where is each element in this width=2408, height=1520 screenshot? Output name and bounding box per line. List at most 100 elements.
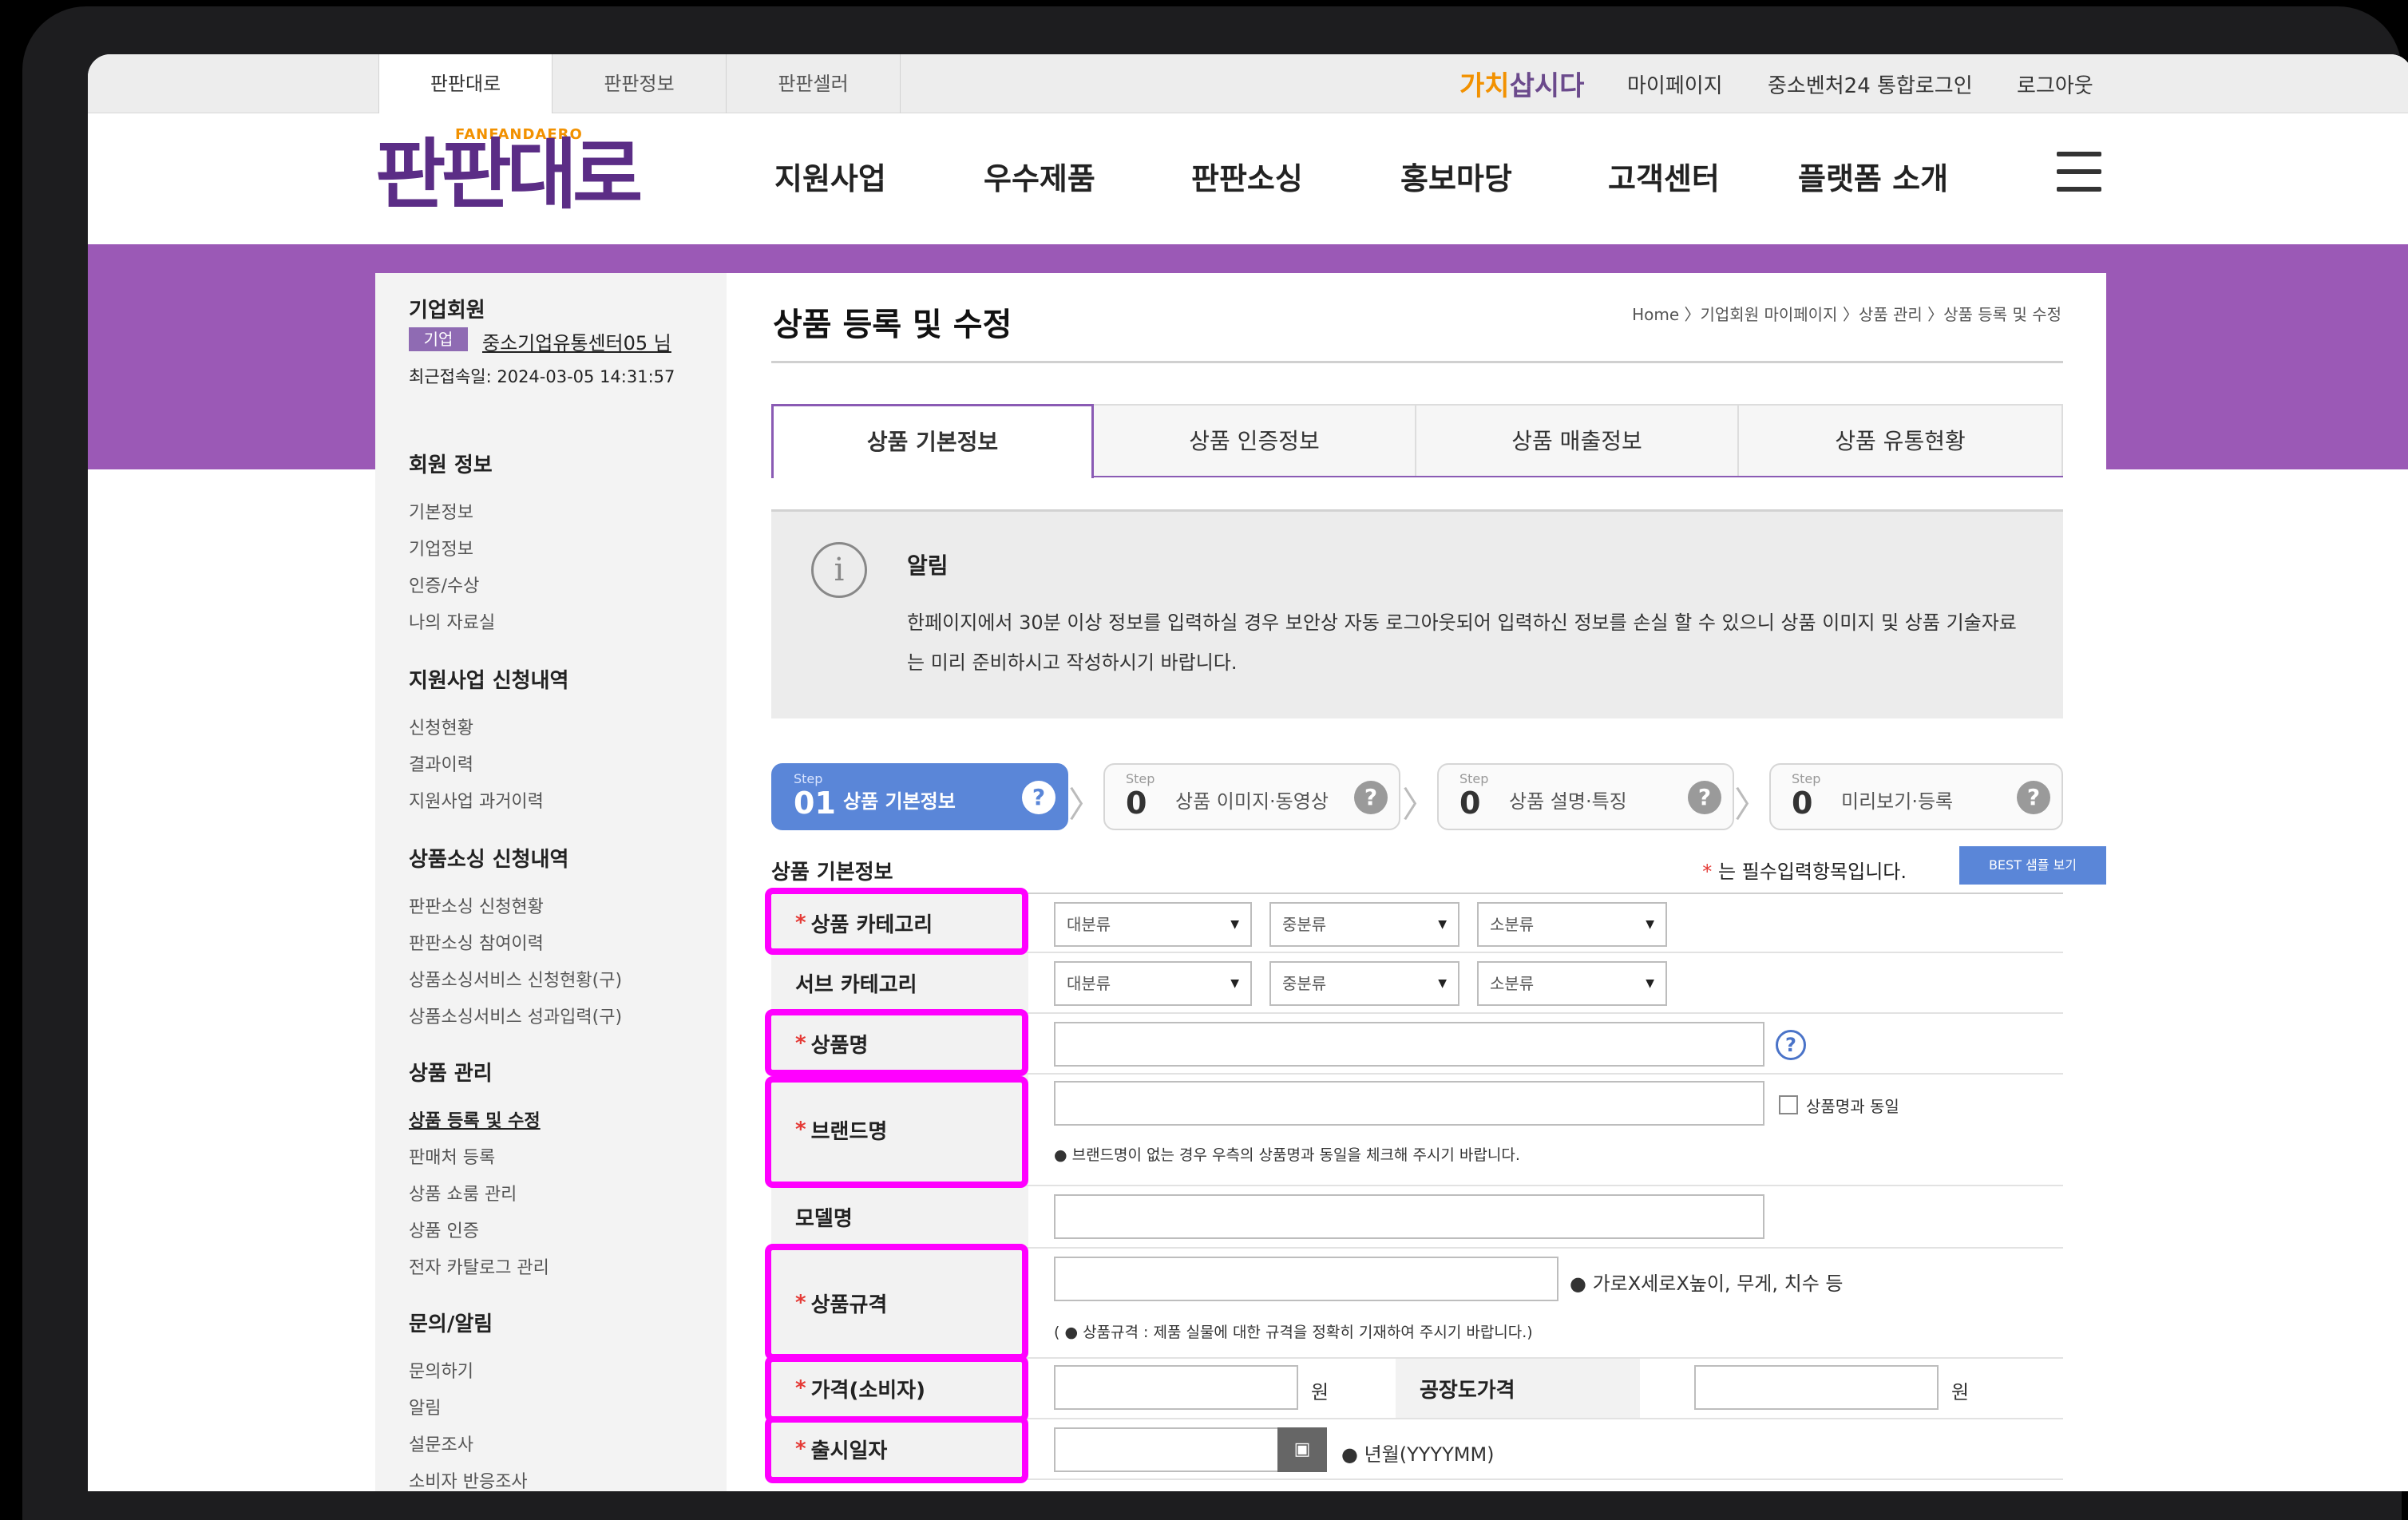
step-4[interactable]: Step 0 미리보기·등록 ?: [1769, 763, 2063, 830]
top-tab-fanfan-seller[interactable]: 판판셀러: [727, 54, 901, 113]
last-login: 최근접속일: 2024-03-05 14:31:57: [409, 367, 675, 386]
member-badge: 기업: [409, 327, 468, 351]
tab-cert-info[interactable]: 상품 인증정보: [1094, 404, 1416, 476]
device-frame: 판판대로 판판정보 판판셀러 가치삽시다 마이페이지 중소벤처24 통합로그인 …: [22, 6, 2408, 1520]
help-icon[interactable]: ?: [1776, 1030, 1806, 1060]
calendar-icon[interactable]: ▣: [1277, 1427, 1327, 1472]
sidebar-item-sourcing-status[interactable]: 판판소싱 신청현황: [409, 893, 544, 918]
step-1[interactable]: Step 01 상품 기본정보 ?: [771, 763, 1068, 830]
sidebar-item-notification[interactable]: 알림: [409, 1394, 441, 1419]
sidebar-item-showroom[interactable]: 상품 쇼룸 관리: [409, 1180, 517, 1205]
spec-hint-below: ( ● 상품규격 : 제품 실물에 대한 규격을 정확히 기재하여 주시기 바랍…: [1054, 1324, 1533, 1341]
highlight-box-brand: [765, 1076, 1028, 1188]
model-input[interactable]: [1054, 1194, 1764, 1239]
tab-basic-info[interactable]: 상품 기본정보: [771, 404, 1094, 478]
top-tab-fanfan-info[interactable]: 판판정보: [552, 54, 727, 113]
category-mid-select[interactable]: 중분류: [1269, 902, 1459, 947]
integrated-login-link[interactable]: 중소벤처24 통합로그인: [1768, 54, 1973, 113]
sidebar-item-catalog[interactable]: 전자 카탈로그 관리: [409, 1253, 549, 1279]
nav-sourcing[interactable]: 판판소싱: [1191, 113, 1303, 244]
step-2[interactable]: Step 0 상품 이미지·동영상 ?: [1103, 763, 1400, 830]
tab-distribution[interactable]: 상품 유통현황: [1739, 404, 2063, 476]
category-small-select[interactable]: 소분류: [1477, 902, 1667, 947]
question-icon[interactable]: ?: [1688, 781, 1721, 814]
breadcrumb: Home 〉기업회원 마이페이지 〉상품 관리 〉상품 등록 및 수정: [1632, 305, 2061, 324]
nav-platform-intro[interactable]: 플랫폼 소개: [1798, 113, 1948, 244]
sidebar-item-product-cert[interactable]: 상품 인증: [409, 1217, 479, 1242]
product-name-input[interactable]: [1054, 1022, 1764, 1067]
sidebar-item-certification[interactable]: 인증/수상: [409, 572, 479, 597]
release-date-input[interactable]: [1054, 1427, 1279, 1472]
highlight-box-category: [765, 888, 1028, 955]
sidebar-item-old-sourcing-status[interactable]: 상품소싱서비스 신청현황(구): [409, 966, 622, 992]
question-icon[interactable]: ?: [2017, 781, 2050, 814]
notice-title: 알림: [907, 552, 949, 579]
top-tab-fanfandaero[interactable]: 판판대로: [378, 54, 552, 113]
chevron-right-icon: 〉: [1068, 785, 1103, 825]
same-as-product-checkbox[interactable]: [1779, 1095, 1798, 1114]
subcategory-label: 서브 카테고리: [771, 953, 1028, 1012]
consumer-price-input[interactable]: [1054, 1365, 1298, 1410]
step-3[interactable]: Step 0 상품 설명·특징 ?: [1437, 763, 1734, 830]
step-number: 0: [1459, 786, 1481, 821]
category-large-select[interactable]: 대분류: [1054, 902, 1252, 947]
sidebar-section-title: 문의/알림: [409, 1312, 493, 1336]
sidebar-section-title: 회원 정보: [409, 453, 493, 477]
step-number: 0: [1792, 786, 1813, 821]
row-subcategory: 서브 카테고리 대분류 중분류 소분류: [771, 953, 2063, 1014]
hamburger-menu-icon[interactable]: [2057, 152, 2101, 193]
gachi-logo-part2: 삽시다: [1509, 70, 1585, 102]
tab-sales-info[interactable]: 상품 매출정보: [1416, 404, 1739, 476]
nav-promotion[interactable]: 홍보마당: [1400, 113, 1512, 244]
notice-body: 한페이지에서 30분 이상 정보를 입력하실 경우 보안상 자동 로그아웃되어 …: [907, 612, 2017, 674]
sidebar-item-company-info[interactable]: 기업정보: [409, 535, 473, 560]
member-type: 기업회원: [409, 299, 485, 323]
gachi-logo[interactable]: 가치삽시다: [1459, 64, 1584, 103]
nav-support[interactable]: 지원사업: [774, 113, 886, 244]
sidebar-item-my-files[interactable]: 나의 자료실: [409, 608, 495, 634]
sidebar-item-result-history[interactable]: 결과이력: [409, 750, 473, 776]
row-model: 모델명: [771, 1186, 2063, 1249]
sidebar-item-past-history[interactable]: 지원사업 과거이력: [409, 787, 544, 813]
sidebar-item-basic-info[interactable]: 기본정보: [409, 498, 473, 524]
sidebar-item-survey[interactable]: 설문조사: [409, 1431, 473, 1456]
brand-input[interactable]: [1054, 1081, 1764, 1126]
required-note-text: 는 필수입력항목입니다.: [1717, 861, 1907, 883]
step-label: Step: [794, 771, 823, 786]
highlight-box-product-name: [765, 1009, 1028, 1076]
chevron-right-icon: 〉: [1402, 785, 1437, 825]
chevron-right-icon: 〉: [1734, 785, 1769, 825]
highlight-box-spec: [765, 1244, 1028, 1360]
won-unit: 원: [1311, 1381, 1329, 1403]
factory-price-input[interactable]: [1694, 1365, 1939, 1410]
logout-link[interactable]: 로그아웃: [2017, 54, 2093, 113]
highlight-box-price: [765, 1356, 1028, 1423]
info-icon: i: [811, 542, 867, 598]
required-note: * 는 필수입력항목입니다.: [1702, 861, 1907, 883]
sidebar-item-old-sourcing-result[interactable]: 상품소싱서비스 성과입력(구): [409, 1003, 622, 1028]
sidebar-item-application-status[interactable]: 신청현황: [409, 714, 473, 739]
sidebar-item-product-register[interactable]: 상품 등록 및 수정: [409, 1106, 541, 1132]
nav-products[interactable]: 우수제품: [984, 113, 1095, 244]
question-icon[interactable]: ?: [1022, 781, 1055, 814]
user-name[interactable]: 중소기업유통센터05 님: [482, 327, 671, 355]
question-icon[interactable]: ?: [1354, 781, 1388, 814]
brand-hint: ● 브랜드명이 없는 경우 우측의 상품명과 동일을 체크해 주시기 바랍니다.: [1054, 1146, 1520, 1164]
mypage-link[interactable]: 마이페이지: [1627, 54, 1723, 113]
model-label: 모델명: [771, 1186, 1028, 1247]
subcategory-large-select[interactable]: 대분류: [1054, 961, 1252, 1006]
notice-box: i 알림 한페이지에서 30분 이상 정보를 입력하실 경우 보안상 자동 로그…: [771, 509, 2063, 718]
subcategory-mid-select[interactable]: 중분류: [1269, 961, 1459, 1006]
same-as-product-label: 상품명과 동일: [1806, 1097, 1899, 1116]
nav-customer-center[interactable]: 고객센터: [1608, 113, 1720, 244]
sidebar-section-title: 지원사업 신청내역: [409, 669, 569, 693]
top-utility-bar: 판판대로 판판정보 판판셀러 가치삽시다 마이페이지 중소벤처24 통합로그인 …: [88, 54, 2408, 113]
step-indicator: Step 01 상품 기본정보 ? 〉 Step 0 상품 이미지·동영상 ? …: [771, 763, 2063, 830]
sidebar-item-seller-register[interactable]: 판매처 등록: [409, 1143, 495, 1169]
sidebar-item-sourcing-history[interactable]: 판판소싱 참여이력: [409, 929, 544, 955]
subcategory-small-select[interactable]: 소분류: [1477, 961, 1667, 1006]
best-sample-button[interactable]: BEST 샘플 보기: [1959, 846, 2106, 885]
sidebar-item-inquiry[interactable]: 문의하기: [409, 1357, 473, 1383]
sidebar-item-consumer-survey[interactable]: 소비자 반응조사: [409, 1467, 528, 1491]
spec-input[interactable]: [1054, 1257, 1558, 1301]
